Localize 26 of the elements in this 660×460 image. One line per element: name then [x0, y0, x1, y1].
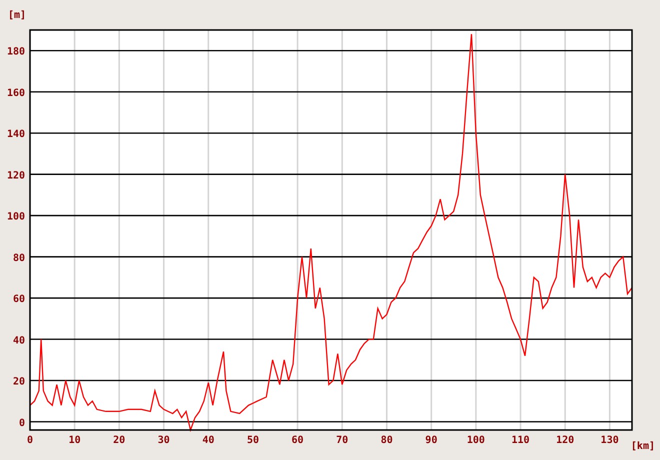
- y-tick-label: 80: [12, 252, 25, 264]
- y-tick-label: 120: [6, 170, 25, 182]
- y-tick-label: 180: [6, 46, 25, 58]
- x-tick-label: 80: [380, 435, 393, 446]
- y-tick-label: 100: [6, 212, 25, 223]
- x-tick-label: 130: [600, 435, 619, 446]
- x-tick-label: 0: [26, 435, 34, 446]
- x-tick-label: 40: [202, 435, 214, 446]
- x-tick-label: 50: [246, 435, 259, 446]
- y-tick-label: 60: [12, 294, 25, 306]
- y-tick-label: 160: [6, 88, 25, 99]
- y-tick-label: 40: [12, 335, 25, 346]
- y-tick-label: 140: [6, 129, 25, 140]
- x-tick-label: 10: [68, 435, 81, 446]
- y-axis-label: [m]: [8, 10, 26, 21]
- x-tick-label: 70: [336, 435, 348, 446]
- x-tick-label: 30: [158, 435, 170, 446]
- x-tick-label: 110: [511, 435, 530, 446]
- x-tick-label: 20: [113, 435, 126, 446]
- x-tick-label: 100: [466, 435, 485, 446]
- x-tick-label: 120: [556, 435, 574, 446]
- x-axis-label: [km]: [630, 441, 655, 452]
- x-tick-label: 60: [292, 435, 304, 446]
- x-tick-label: 90: [425, 435, 438, 446]
- y-tick-label: 0: [18, 418, 25, 429]
- y-tick-label: 20: [12, 376, 25, 388]
